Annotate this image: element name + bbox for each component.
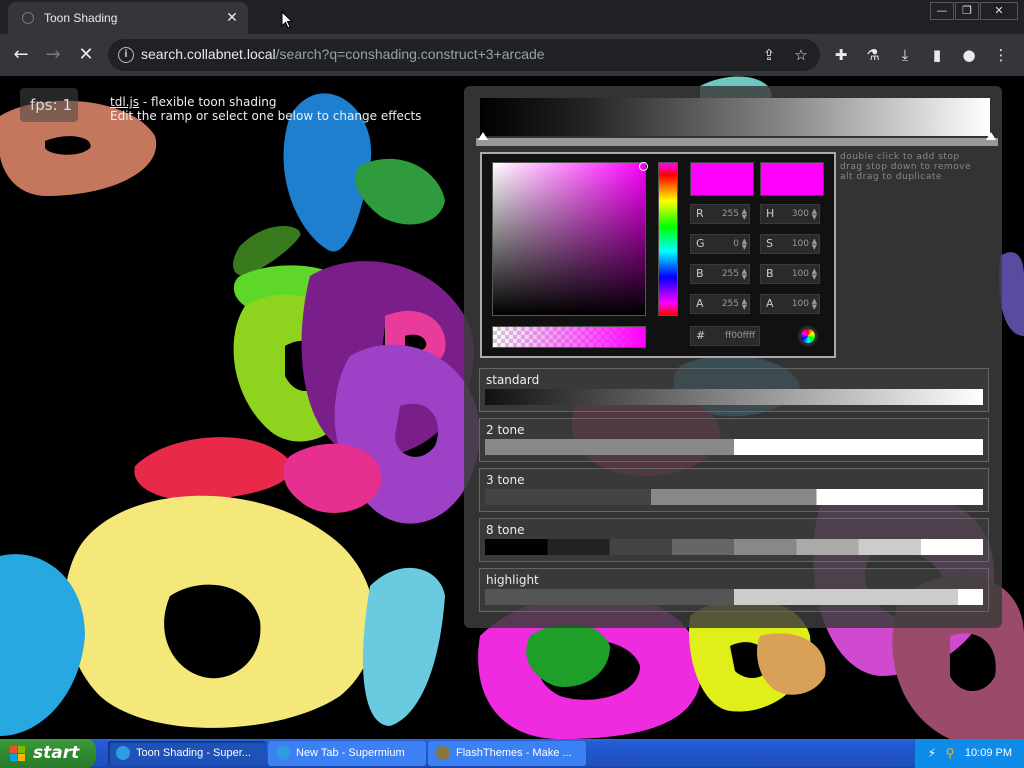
downloads-icon[interactable]: ⤓ (894, 44, 916, 66)
ramp-stop-track[interactable] (476, 132, 998, 146)
clock[interactable]: 10:09 PM (965, 747, 1012, 759)
system-tray: ⚡ ⚲ 10:09 PM (914, 739, 1024, 768)
url-text[interactable]: search.collabnet.local/search?q=conshadi… (141, 46, 545, 62)
hsb-alpha-field[interactable]: A 100 ▲ ▼ (760, 294, 820, 314)
saturation-field[interactable]: S 100 ▲ ▼ (760, 234, 820, 254)
preset-highlight[interactable]: highlight (479, 568, 989, 612)
labs-flask-icon[interactable]: ⚗ (862, 44, 884, 66)
hue-field[interactable]: H 300 ▲ ▼ (760, 204, 820, 224)
close-tab-icon[interactable]: ✕ (222, 8, 242, 28)
windows-logo-icon (10, 746, 25, 761)
start-button[interactable]: start (0, 739, 96, 768)
close-window-button[interactable]: ✕ (980, 2, 1018, 20)
hint-text: double click to add stop drag stop down … (840, 152, 972, 182)
fps-counter: fps: 1 (20, 88, 78, 122)
bookmark-star-icon[interactable]: ☆ (790, 44, 812, 66)
brightness-field[interactable]: B 100 ▲ ▼ (760, 264, 820, 284)
alpha-field[interactable]: A 255 ▲ ▼ (690, 294, 750, 314)
tab-title: Toon Shading (44, 11, 118, 25)
task-flashthemes[interactable]: FlashThemes - Make ... (428, 741, 586, 766)
alpha-slider[interactable] (492, 326, 646, 348)
ramp-editor-panel: double click to add stop drag stop down … (464, 86, 1002, 628)
lib-description: - flexible toon shading (139, 95, 277, 109)
blue-field[interactable]: B 255 ▲ ▼ (690, 264, 750, 284)
web-page: fps: 1 tdl.js - flexible toon shading Ed… (0, 76, 1024, 739)
extensions-icon[interactable]: ✚ (830, 44, 852, 66)
sv-handle[interactable] (639, 162, 648, 171)
side-panel-icon[interactable]: ▮ (926, 44, 948, 66)
tdl-link[interactable]: tdl.js (110, 95, 139, 109)
profile-avatar-icon[interactable]: ● (958, 44, 980, 66)
original-color-swatch[interactable] (760, 162, 824, 196)
preset-3-tone[interactable]: 3 tone (479, 468, 989, 512)
hue-slider[interactable] (658, 162, 678, 316)
menu-kebab-icon[interactable]: ⋮ (990, 44, 1012, 66)
back-button[interactable]: ← (10, 44, 32, 66)
loading-icon (22, 12, 34, 24)
supermium-icon (116, 746, 130, 760)
windows-taskbar: start Toon Shading - Super... New Tab - … (0, 739, 1024, 768)
tab-toon-shading[interactable]: Toon Shading ✕ (8, 2, 248, 34)
preset-standard[interactable]: standard (479, 368, 989, 412)
minimize-button[interactable]: — (930, 2, 954, 20)
color-picker: R 255 ▲ ▼ G 0 ▲ ▼ B 255 ▲ ▼ A 255 ▲ ▼ H 300 ▲ ▼ S 100 ▲ ▼ … (480, 152, 836, 358)
info-text: tdl.js - flexible toon shading Edit the … (110, 95, 421, 123)
network-icon[interactable]: ⚡ (925, 746, 939, 760)
ramp-stop-handle[interactable] (986, 132, 996, 140)
instructions: Edit the ramp or select one below to cha… (110, 109, 422, 123)
stop-loading-button[interactable]: ✕ (75, 44, 97, 66)
saturation-brightness-field[interactable] (492, 162, 646, 316)
preset-8-tone[interactable]: 8 tone (479, 518, 989, 562)
mouse-cursor-icon (281, 11, 293, 29)
ramp-stop-handle[interactable] (478, 132, 488, 140)
forward-button[interactable]: → (42, 44, 64, 66)
flashthemes-icon (436, 746, 450, 760)
search-icon[interactable]: ⚲ (943, 746, 957, 760)
share-icon[interactable]: ⇪ (758, 44, 780, 66)
address-bar[interactable]: i search.collabnet.local/search?q=consha… (108, 39, 820, 71)
red-field[interactable]: R 255 ▲ ▼ (690, 204, 750, 224)
new-color-swatch (690, 162, 754, 196)
ramp-gradient[interactable] (480, 98, 990, 136)
supermium-icon (276, 746, 290, 760)
restore-button[interactable]: ❐ (955, 2, 979, 20)
task-new-tab[interactable]: New Tab - Supermium (268, 741, 426, 766)
color-wheel-icon[interactable] (798, 326, 818, 346)
preset-2-tone[interactable]: 2 tone (479, 418, 989, 462)
hex-field[interactable]: # ff00ffff (690, 326, 760, 346)
task-toon-shading[interactable]: Toon Shading - Super... (108, 741, 266, 766)
green-field[interactable]: G 0 ▲ ▼ (690, 234, 750, 254)
tab-strip: Toon Shading ✕ — ❐ ✕ (0, 0, 1024, 34)
site-info-icon[interactable]: i (118, 47, 134, 63)
browser-toolbar: ← → ✕ i search.collabnet.local/search?q=… (0, 34, 1024, 76)
